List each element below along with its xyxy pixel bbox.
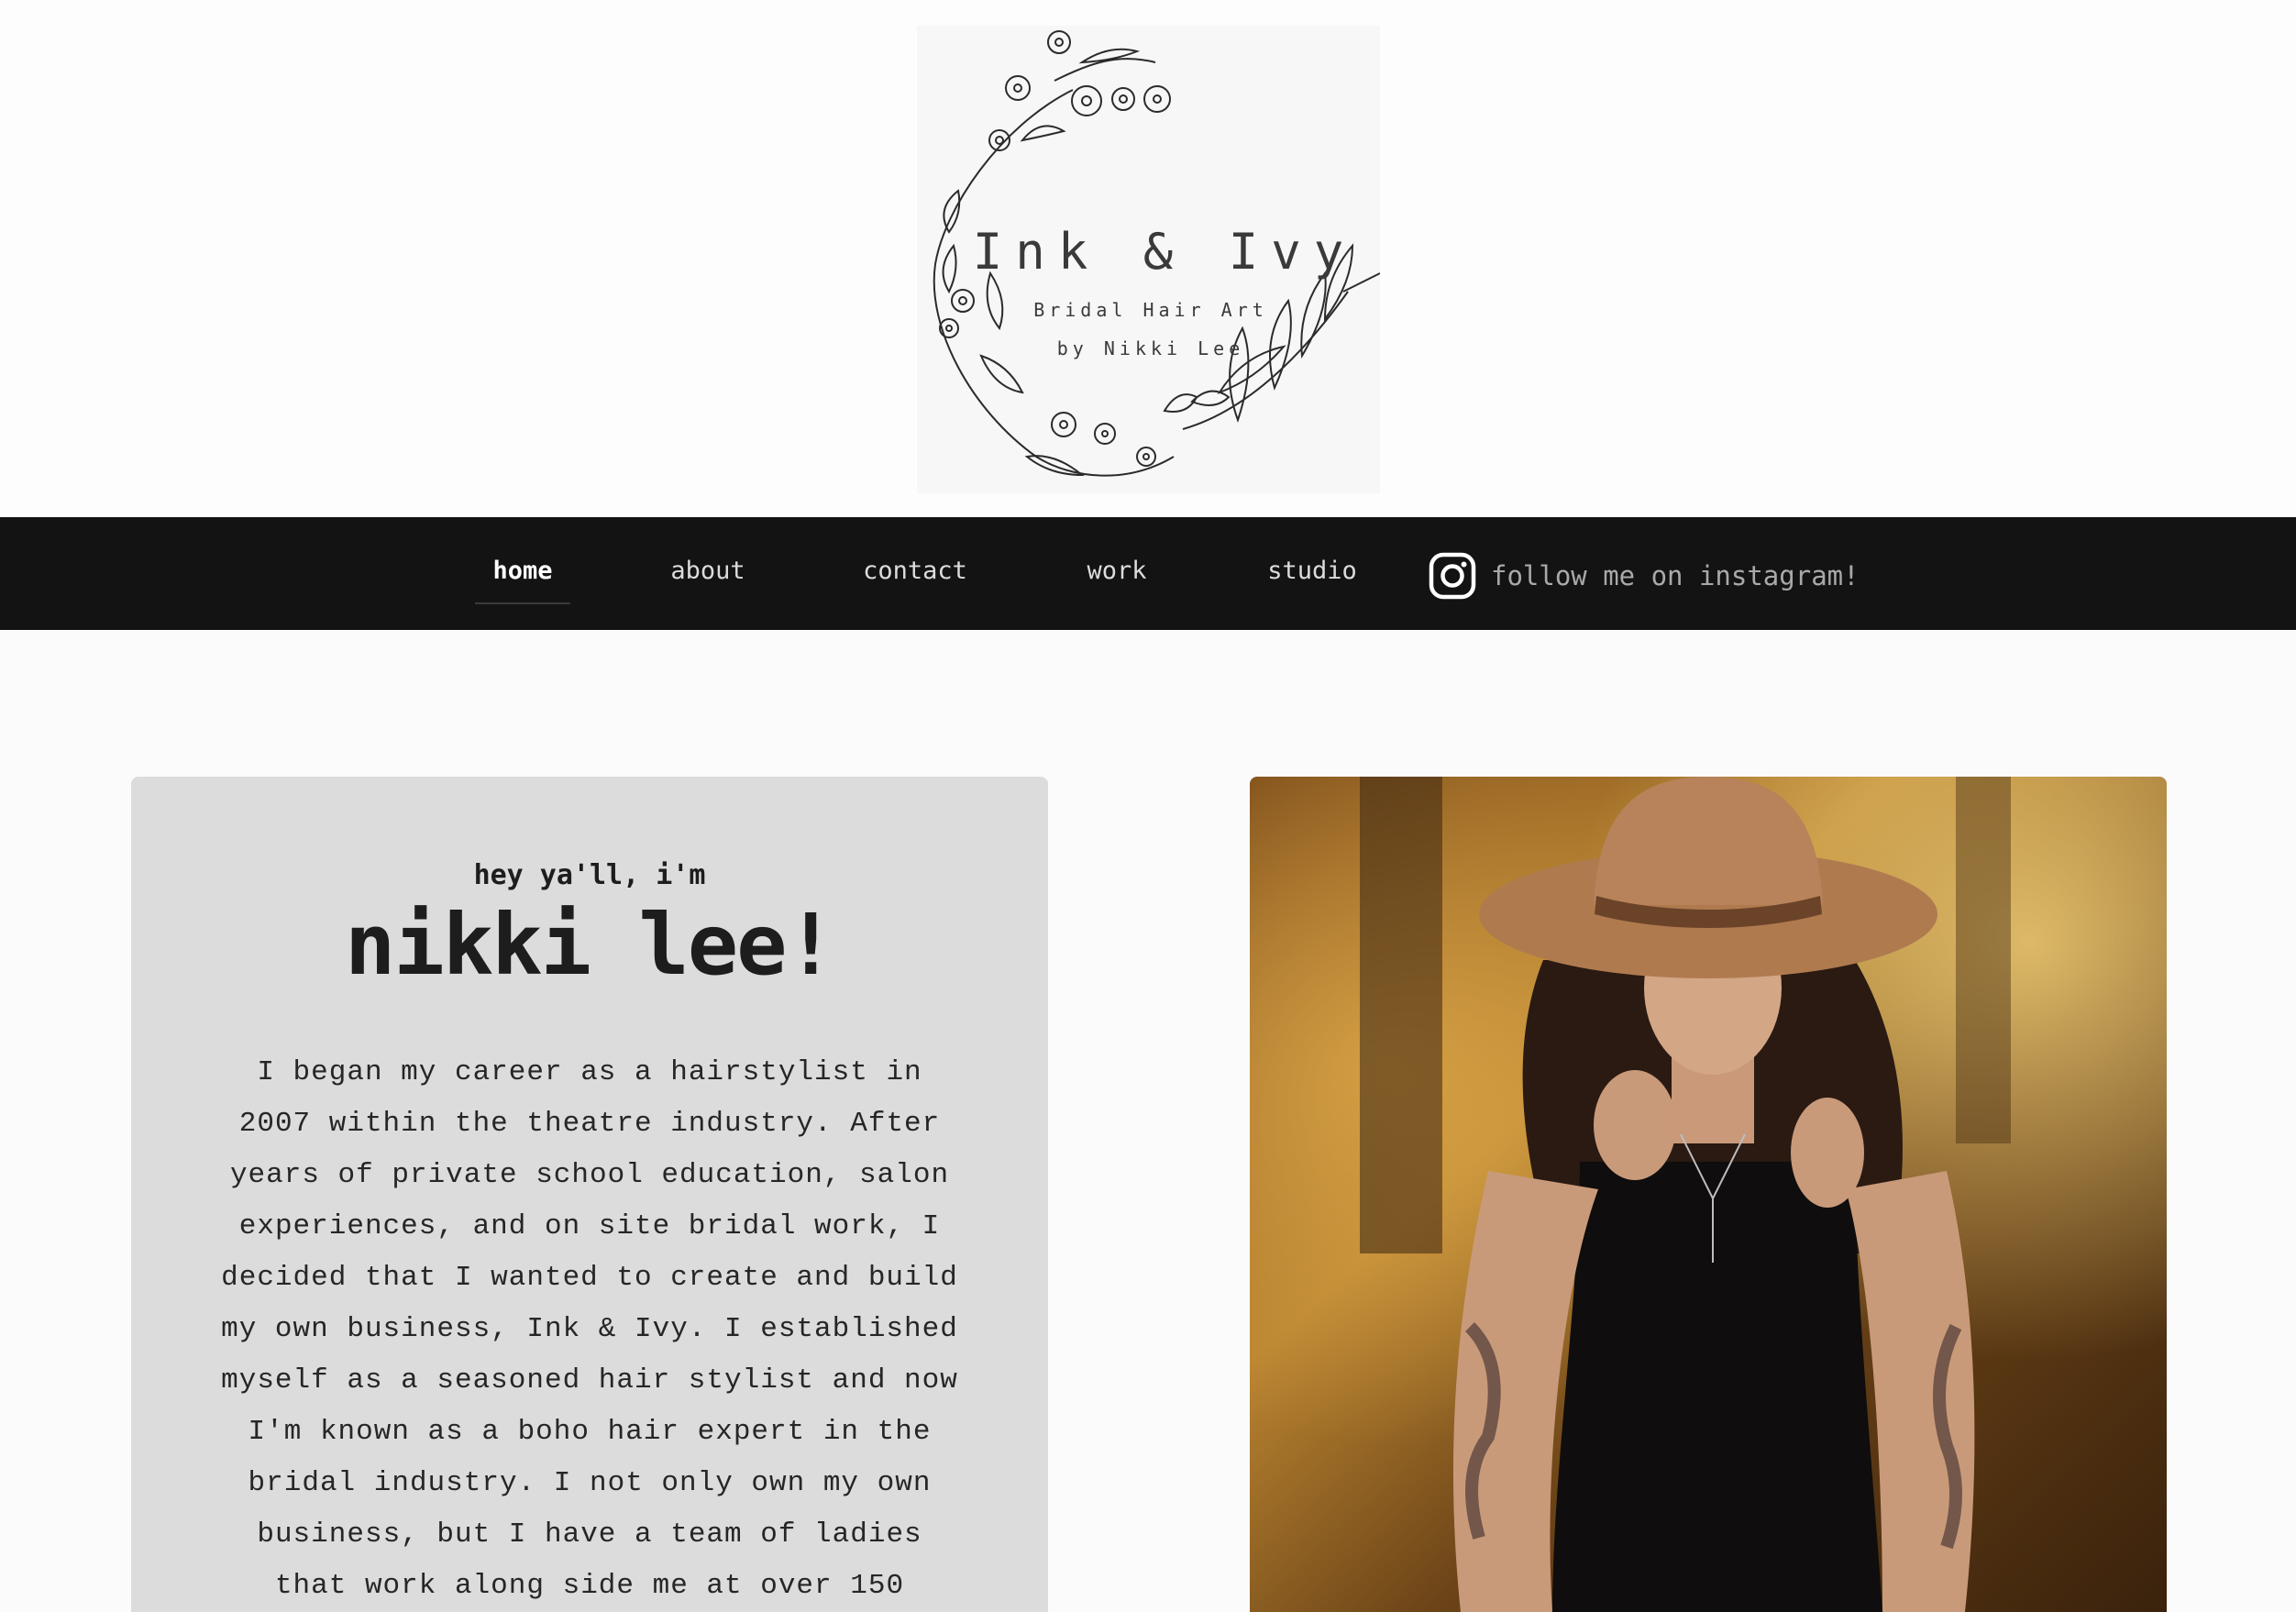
active-nav-indicator — [475, 602, 570, 604]
name-heading: nikki lee! — [345, 896, 836, 994]
nav-item-contact[interactable]: contact — [855, 550, 976, 592]
site-header: Ink & Ivy Bridal Hair Art by Nikki Lee — [0, 0, 2296, 517]
main-nav: home about contact work studio follow me… — [0, 517, 2296, 630]
portrait-image — [1250, 777, 2167, 1612]
instagram-icon — [1429, 552, 1476, 600]
instagram-link-label: follow me on instagram! — [1491, 560, 1860, 591]
nav-item-work[interactable]: work — [1075, 550, 1159, 592]
nav-item-about[interactable]: about — [662, 550, 754, 592]
portrait-photo — [1250, 777, 2167, 1612]
logo-title: Ink & Ivy — [972, 223, 1357, 281]
instagram-link[interactable]: follow me on instagram! — [1429, 550, 1860, 602]
nav-item-home[interactable]: home — [475, 550, 570, 592]
greeting-text: hey ya'll, i'm — [473, 859, 706, 891]
logo-subtitle: Bridal Hair Art — [1033, 299, 1268, 321]
intro-card: hey ya'll, i'm nikki lee! I began my car… — [131, 777, 1048, 1612]
ink-and-ivy-logo[interactable]: Ink & Ivy Bridal Hair Art by Nikki Lee — [917, 26, 1380, 493]
logo-byline: by Nikki Lee — [1056, 337, 1245, 359]
nav-item-studio[interactable]: studio — [1258, 550, 1366, 592]
bio-paragraph: I began my career as a hairstylist in 20… — [221, 1056, 958, 1602]
